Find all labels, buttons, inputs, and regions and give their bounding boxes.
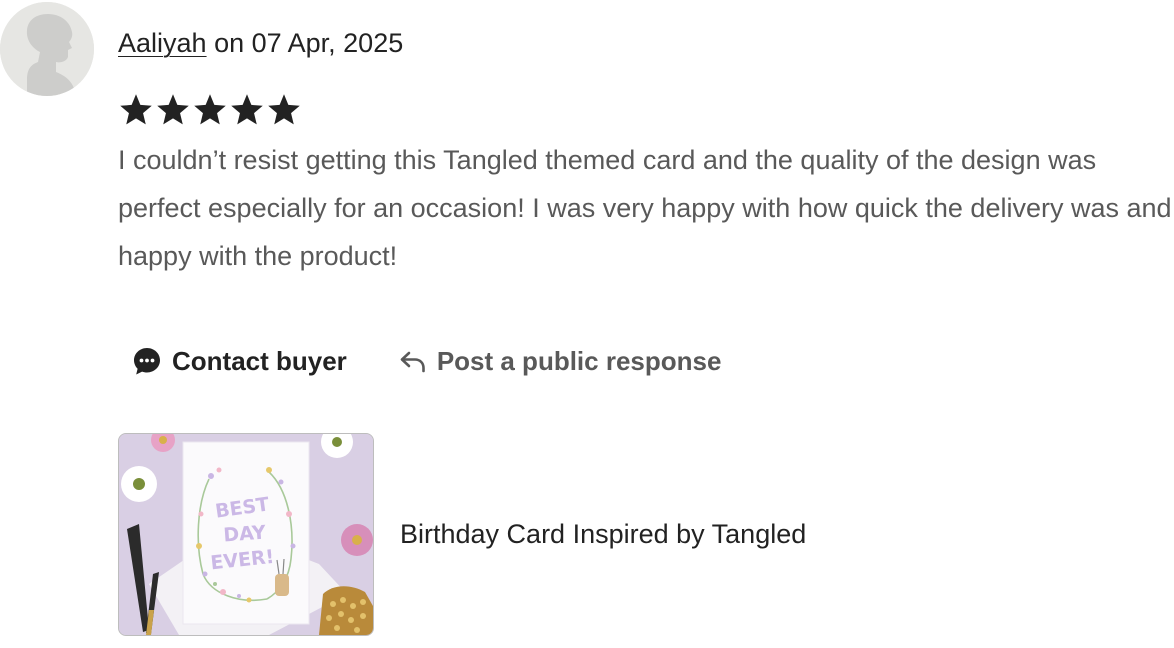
post-public-response-button[interactable]: Post a public response	[385, 338, 736, 384]
review-actions: Contact buyer Post a public response	[118, 338, 735, 384]
contact-buyer-button[interactable]: Contact buyer	[118, 338, 361, 384]
star-icon	[194, 94, 226, 125]
star-icon	[268, 94, 300, 125]
avatar[interactable]	[0, 2, 94, 96]
contact-buyer-label: Contact buyer	[172, 345, 347, 376]
user-silhouette-icon	[0, 2, 94, 96]
review-date: on 07 Apr, 2025	[206, 28, 404, 58]
chat-bubble-icon	[134, 348, 160, 375]
reviewer-name-link[interactable]: Aaliyah	[118, 28, 207, 58]
star-icon	[231, 94, 263, 125]
review-card: Aaliyah on 07 Apr, 2025 I couldn’t resis…	[0, 0, 1174, 648]
review-text: I couldn’t resist getting this Tangled t…	[118, 145, 1172, 271]
listing-title-link[interactable]: Birthday Card Inspired by Tangled	[400, 519, 806, 550]
star-icon	[120, 94, 152, 125]
post-public-response-label: Post a public response	[436, 345, 722, 376]
card-text-line-2: DAY	[223, 522, 267, 547]
listing-image: BEST DAY EVER!	[119, 434, 373, 635]
star-rating	[118, 90, 302, 130]
listing-preview: BEST DAY EVER! Birthday Card Inspired by…	[118, 433, 806, 636]
listing-thumbnail[interactable]: BEST DAY EVER!	[118, 433, 374, 636]
star-icon	[157, 94, 189, 125]
review-meta: Aaliyah on 07 Apr, 2025	[118, 26, 403, 60]
reply-arrow-icon	[400, 351, 425, 373]
